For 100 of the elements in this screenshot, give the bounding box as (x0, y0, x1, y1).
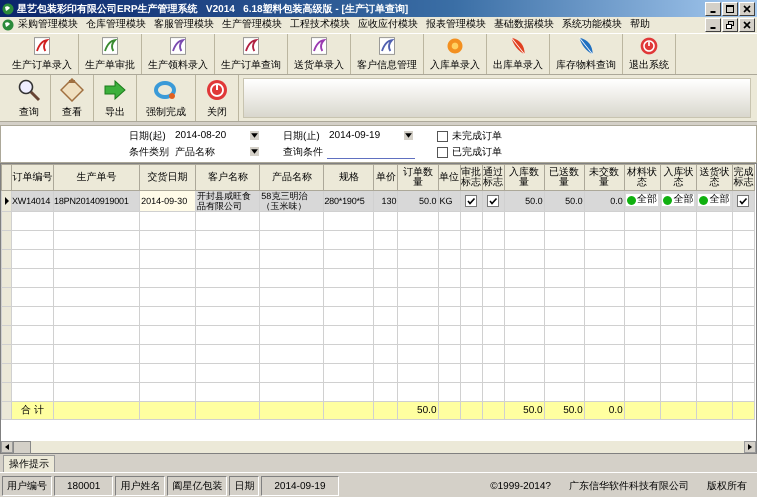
close-button[interactable] (739, 18, 755, 32)
column-header[interactable]: 客户名称 (196, 164, 260, 190)
menu-item[interactable]: 帮助 (626, 18, 654, 32)
menu-item[interactable]: 仓库管理模块 (82, 18, 150, 32)
document-icon (240, 36, 262, 56)
toolbar-button[interactable]: 入库单录入 (424, 34, 487, 74)
column-header[interactable]: 完成标志 (732, 164, 754, 190)
status-field: 用户姓名 (115, 476, 166, 496)
column-header[interactable]: 通过标志 (482, 164, 504, 190)
menu-item[interactable]: 生产管理模块 (218, 18, 286, 32)
column-header[interactable]: 入库状态 (660, 164, 696, 190)
globe-icon (2, 2, 14, 14)
restore-button[interactable] (722, 18, 738, 32)
toolbar-button[interactable]: 查看 (51, 75, 94, 121)
menu-item[interactable]: 基础数据模块 (490, 18, 558, 32)
arrow-icon (103, 78, 127, 102)
column-header[interactable]: 订单数量 (398, 164, 438, 190)
status-field: ©1999-2014? (482, 476, 559, 496)
status-field: 2014-09-19 (261, 476, 339, 496)
close-icon (741, 20, 753, 30)
menu-item[interactable]: 工程技术模块 (286, 18, 354, 32)
document-icon (31, 36, 53, 56)
column-header[interactable]: 审批标志 (460, 164, 482, 190)
checkbox[interactable]: 已完成订单 (437, 144, 537, 160)
condition-dropdown[interactable]: 产品名称 (173, 144, 261, 159)
checkbox[interactable] (487, 195, 500, 207)
toolbar-button[interactable]: 库存物料查询 (550, 34, 623, 74)
column-header[interactable]: 规格 (324, 164, 374, 190)
checkbox[interactable] (737, 195, 750, 207)
column-header[interactable]: 送货状态 (696, 164, 732, 190)
menu-item[interactable]: 系统功能模块 (558, 18, 626, 32)
column-header[interactable]: 已送数量 (544, 164, 584, 190)
table-cell: KG (440, 196, 453, 206)
toolbar-button[interactable]: 生产领料录入 (142, 34, 215, 74)
toolbar-button[interactable]: 生产单审批 (79, 34, 142, 74)
minimize-button[interactable] (705, 2, 721, 16)
column-header[interactable]: 材料状态 (624, 164, 660, 190)
clipboard-icon (60, 78, 84, 102)
horizontal-scrollbar[interactable] (1, 441, 756, 453)
status-field: 日期 (229, 476, 260, 496)
toolbar-button[interactable]: 强制完成 (137, 75, 196, 121)
menu-item[interactable]: 客服管理模块 (150, 18, 218, 32)
field-label: 日期(止) (283, 130, 321, 143)
checkbox[interactable] (465, 195, 478, 207)
maximize-icon (724, 4, 736, 14)
power-icon (205, 78, 229, 102)
close-icon (741, 4, 753, 14)
maximize-button[interactable] (722, 2, 738, 16)
column-header[interactable]: 未交数量 (584, 164, 624, 190)
toolbar-button[interactable]: 生产订单查询 (215, 34, 288, 74)
document-icon (99, 36, 121, 56)
table-cell: 50.0 (525, 196, 543, 206)
close-button[interactable] (739, 2, 755, 16)
document-icon (308, 36, 330, 56)
column-header[interactable]: 生产单号 (54, 164, 140, 190)
column-header[interactable]: 交货日期 (140, 164, 196, 190)
column-header[interactable]: 单位 (438, 164, 460, 190)
menu-item[interactable]: 采购管理模块 (14, 18, 82, 32)
status-field: 广东信华软件科技有限公司 (561, 476, 697, 496)
dropdown-arrow-icon[interactable] (250, 131, 259, 140)
toolbar-button[interactable]: 送货单录入 (288, 34, 351, 74)
scrollbar-thumb[interactable] (13, 440, 31, 454)
table-cell: 开封县咸旺食品有限公司 (197, 192, 252, 210)
toolbar-button[interactable]: 导出 (94, 75, 137, 121)
field-label: 日期(起) (129, 130, 167, 143)
date-dropdown[interactable]: 2014-09-19 (327, 128, 415, 143)
toolbar-button[interactable]: 出库单录入 (487, 34, 550, 74)
hint-tab[interactable]: 操作提示 (3, 455, 55, 472)
table-cell: 18PN20140919001 (54, 196, 129, 206)
menu-item[interactable]: 应收应付模块 (354, 18, 422, 32)
status-field: 用户编号 (2, 476, 52, 496)
column-header[interactable]: 订单编号 (12, 164, 54, 190)
globe-icon (2, 19, 14, 31)
scroll-left-icon[interactable] (1, 441, 13, 453)
field-label: 查询条件 (283, 146, 324, 159)
status-field: 版权所有 (699, 476, 755, 496)
table-cell: 50.0 (565, 196, 583, 206)
toolbar-button[interactable]: 查询 (8, 75, 51, 121)
table-cell: 130 (381, 196, 396, 206)
table-cell: 280*190*5 (324, 196, 365, 206)
date-dropdown[interactable]: 2014-08-20 (173, 128, 261, 143)
scroll-right-icon[interactable] (744, 441, 756, 453)
minimize-button[interactable] (705, 18, 721, 32)
toolbar-button[interactable]: 退出系统 (623, 34, 676, 74)
restore-icon (724, 20, 736, 30)
column-header[interactable]: 产品名称 (260, 164, 324, 190)
toolbar-button[interactable]: 关闭 (196, 75, 239, 121)
column-header[interactable]: 入库数量 (504, 164, 544, 190)
checkbox[interactable]: 未完成订单 (437, 128, 537, 144)
toolbar-button[interactable]: 客户信息管理 (351, 34, 424, 74)
status-field: 阖星亿包装 (167, 476, 228, 496)
menu-item[interactable]: 报表管理模块 (422, 18, 490, 32)
column-header[interactable]: 单价 (374, 164, 398, 190)
minimize-icon (710, 27, 716, 29)
status-text: 全部 (673, 195, 694, 206)
total-cell: 50.0 (417, 404, 437, 416)
dropdown-arrow-icon[interactable] (404, 131, 413, 140)
toolbar-button[interactable]: 生产订单录入 (6, 34, 79, 74)
dropdown-arrow-icon[interactable] (250, 147, 259, 156)
status-text: 全部 (637, 195, 658, 206)
